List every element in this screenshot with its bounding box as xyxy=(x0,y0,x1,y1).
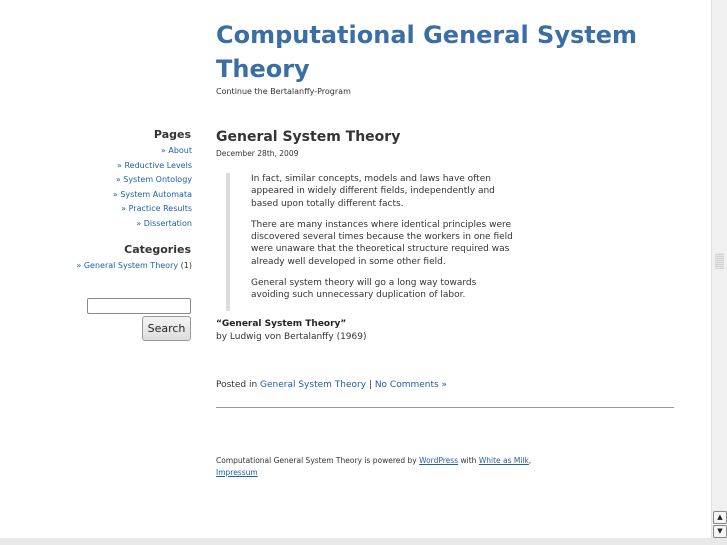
sidebar-page-reductive-levels[interactable]: » Reductive Levels xyxy=(117,161,192,170)
scroll-down-icon[interactable]: ▼ xyxy=(713,525,727,538)
sidebar-page-system-automata[interactable]: » System Automata xyxy=(113,190,192,199)
sidebar-page-practice-results[interactable]: » Practice Results xyxy=(121,204,192,213)
wordpress-link[interactable]: WordPress xyxy=(419,456,458,465)
site-tagline: Continue the Bertalanffy-Program xyxy=(216,87,351,96)
category-link-general-system-theory[interactable]: General System Theory xyxy=(84,261,178,270)
pages-heading: Pages xyxy=(153,128,191,141)
category-count: (1) xyxy=(180,260,192,270)
quote-paragraph: General system theory will go a long way… xyxy=(251,278,477,301)
sidebar-page-about[interactable]: » About xyxy=(161,146,192,155)
post-title[interactable]: General System Theory xyxy=(216,129,400,145)
category-bullet: » xyxy=(76,260,84,270)
posted-in-label: Posted in xyxy=(216,380,261,390)
pages-list: » About » Reductive Levels » System Onto… xyxy=(0,144,192,232)
footer: Computational General System Theory is p… xyxy=(216,455,531,479)
footer-comma: , xyxy=(528,456,532,465)
attribution-author: by Ludwig von Bertalanffy (1969) xyxy=(216,332,367,342)
footer-text-with: with xyxy=(458,456,479,465)
scrollbar-grip-icon[interactable] xyxy=(715,253,724,269)
categories-list: » General System Theory (1) xyxy=(0,259,192,273)
sidebar-page-dissertation[interactable]: » Dissertation xyxy=(136,219,192,228)
theme-link[interactable]: White as Milk xyxy=(479,456,529,465)
content-divider xyxy=(216,407,674,408)
post-blockquote: In fact, similar concepts, models and la… xyxy=(226,173,516,311)
horizontal-scrollbar[interactable] xyxy=(0,538,727,545)
scroll-up-icon[interactable]: ▲ xyxy=(713,511,727,524)
attribution-title: “General System Theory” xyxy=(216,319,347,329)
sidebar-page-system-ontology[interactable]: » System Ontology xyxy=(116,175,192,184)
comments-link[interactable]: No Comments » xyxy=(375,380,447,390)
quote-paragraph: In fact, similar concepts, models and la… xyxy=(251,174,495,209)
footer-text: Computational General System Theory is p… xyxy=(216,456,420,465)
search-input[interactable] xyxy=(87,298,191,314)
quote-paragraph: There are many instances where identical… xyxy=(251,219,513,267)
search-button[interactable]: Search xyxy=(142,316,191,341)
post-date: December 28th, 2009 xyxy=(216,149,299,158)
post-meta: Posted in General System Theory | No Com… xyxy=(216,380,447,390)
post-category-link[interactable]: General System Theory xyxy=(260,380,366,390)
vertical-scrollbar[interactable]: ▲ ▼ xyxy=(711,0,727,538)
site-title[interactable]: Computational General System Theory xyxy=(216,18,696,86)
categories-heading: Categories xyxy=(124,242,191,256)
meta-separator: | xyxy=(366,380,375,390)
sidebar: Pages » About » Reductive Levels » Syste… xyxy=(0,128,192,273)
impressum-link[interactable]: Impressum xyxy=(216,468,258,477)
